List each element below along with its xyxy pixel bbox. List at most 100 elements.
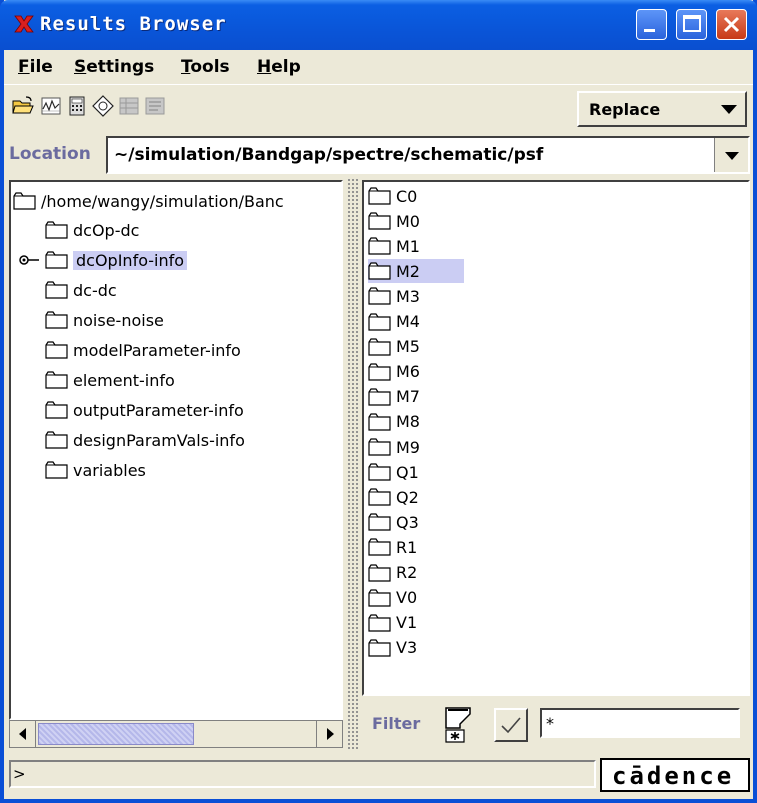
scroll-thumb[interactable] xyxy=(38,723,194,745)
table-icon xyxy=(119,97,139,115)
folder-icon xyxy=(45,281,68,299)
tree-item[interactable]: designParamVals-info xyxy=(45,427,245,453)
open-folder-icon[interactable] xyxy=(12,95,34,117)
list-item[interactable]: M6 xyxy=(368,360,464,384)
list-item-label: C0 xyxy=(396,186,418,206)
scroll-right-button[interactable] xyxy=(316,721,342,747)
close-icon xyxy=(723,16,740,33)
menu-settings[interactable]: Settings xyxy=(74,57,154,77)
waveform-icon[interactable] xyxy=(40,95,62,117)
tree-item-label: noise-noise xyxy=(73,310,164,330)
toolbar: Replace xyxy=(4,84,753,130)
tree-item-label: element-info xyxy=(73,370,175,390)
folder-icon xyxy=(368,363,391,381)
list-item[interactable]: M1 xyxy=(368,234,464,258)
folder-icon xyxy=(45,341,68,359)
window-title: Results Browser xyxy=(40,13,227,35)
folder-icon xyxy=(45,221,68,239)
list-item-selected[interactable]: M2 xyxy=(368,259,464,284)
tree-item[interactable]: variables xyxy=(45,457,146,483)
location-dropdown-button[interactable] xyxy=(714,138,748,172)
list-item-label: R2 xyxy=(396,563,418,582)
folder-icon xyxy=(368,413,391,431)
folder-icon xyxy=(368,488,391,506)
menu-tools[interactable]: Tools xyxy=(181,57,230,77)
status-bar: > xyxy=(9,760,596,788)
list-item[interactable]: Q2 xyxy=(368,485,464,509)
expand-handle-icon[interactable] xyxy=(19,253,43,267)
maximize-button[interactable] xyxy=(676,9,707,40)
mode-select[interactable]: Replace xyxy=(577,91,747,127)
pane-splitter[interactable] xyxy=(347,178,359,750)
tree-item[interactable]: element-info xyxy=(45,367,175,393)
menu-file[interactable]: File xyxy=(18,57,53,77)
folder-icon xyxy=(368,237,391,255)
list-item-label: Q1 xyxy=(396,462,419,482)
filter-input[interactable] xyxy=(540,708,740,738)
list-item-label: M2 xyxy=(396,261,420,281)
folder-icon xyxy=(368,563,391,582)
arrow-right-icon xyxy=(327,728,334,740)
tree-item[interactable]: noise-noise xyxy=(45,307,164,333)
list-item[interactable]: C0 xyxy=(368,184,464,208)
calculator-icon[interactable] xyxy=(66,95,88,117)
tree-item[interactable]: outputParameter-info xyxy=(45,397,244,423)
folder-icon xyxy=(368,337,391,356)
apply-filter-button[interactable] xyxy=(494,708,528,742)
tree-horizontal-scrollbar[interactable] xyxy=(9,720,343,748)
list-item[interactable]: V1 xyxy=(368,611,464,635)
list-item[interactable]: M5 xyxy=(368,335,464,359)
list-item[interactable]: V0 xyxy=(368,586,464,610)
folder-icon xyxy=(368,513,391,531)
tree-item-label: variables xyxy=(73,460,146,480)
folder-icon xyxy=(45,431,68,449)
list-item-label: V0 xyxy=(396,588,418,608)
folder-icon xyxy=(13,192,36,210)
folder-icon xyxy=(45,461,68,479)
folder-icon xyxy=(368,262,391,280)
menu-help[interactable]: Help xyxy=(257,57,301,77)
folder-icon xyxy=(368,588,391,607)
list-item[interactable]: Q1 xyxy=(368,460,464,484)
folder-icon xyxy=(45,251,68,269)
location-value[interactable]: ~/simulation/Bandgap/spectre/schematic/p… xyxy=(114,145,543,165)
folder-icon xyxy=(368,438,391,456)
scroll-left-button[interactable] xyxy=(10,721,36,747)
tree-item-selected[interactable]: dcOpInfo-info xyxy=(45,247,188,273)
list-item[interactable]: M3 xyxy=(368,284,464,308)
cadence-logo: cādence xyxy=(600,758,750,792)
filter-row: Filter xyxy=(362,698,750,750)
minimize-icon xyxy=(644,29,655,32)
signal-list[interactable]: C0 M0 M1 M2 M3 M4 M5 M6 M7 M8 M9 Q1 Q2 Q3 R1 R2 V0 V1 V3 xyxy=(362,180,750,696)
chevron-down-icon xyxy=(725,152,739,160)
tree-root[interactable]: /home/wangy/simulation/Banc xyxy=(13,188,284,214)
list-item[interactable]: M8 xyxy=(368,410,464,434)
folder-icon xyxy=(368,614,391,632)
title-bar[interactable]: Results Browser xyxy=(0,0,757,50)
diamond-nav-icon[interactable] xyxy=(92,95,114,117)
chevron-down-icon xyxy=(721,105,737,114)
tree-item[interactable]: dcOp-dc xyxy=(45,217,139,243)
close-button[interactable] xyxy=(716,9,747,40)
list-item-label: M9 xyxy=(396,437,420,457)
minimize-button[interactable] xyxy=(636,9,667,40)
location-combobox[interactable]: ~/simulation/Bandgap/spectre/schematic/p… xyxy=(106,136,750,174)
folder-icon xyxy=(368,187,391,205)
list-item[interactable]: M0 xyxy=(368,209,464,233)
tree-item[interactable]: dc-dc xyxy=(45,277,117,303)
list-item[interactable]: Q3 xyxy=(368,510,464,534)
tree-item-label: designParamVals-info xyxy=(73,430,245,450)
tree-item-label: dc-dc xyxy=(73,280,117,300)
results-tree[interactable]: /home/wangy/simulation/Banc dcOp-dc dcOp… xyxy=(9,180,343,720)
list-item[interactable]: M4 xyxy=(368,310,464,334)
list-item[interactable]: M7 xyxy=(368,385,464,409)
tree-item[interactable]: modelParameter-info xyxy=(45,337,241,363)
list-item[interactable]: V3 xyxy=(368,636,464,660)
location-row: Location ~/simulation/Bandgap/spectre/sc… xyxy=(4,132,753,178)
filter-funnel-icon[interactable] xyxy=(442,706,474,744)
list-item[interactable]: R1 xyxy=(368,535,464,559)
list-item-label: V1 xyxy=(396,613,418,633)
folder-icon xyxy=(45,371,68,389)
list-item[interactable]: M9 xyxy=(368,435,464,459)
list-item[interactable]: R2 xyxy=(368,561,464,585)
